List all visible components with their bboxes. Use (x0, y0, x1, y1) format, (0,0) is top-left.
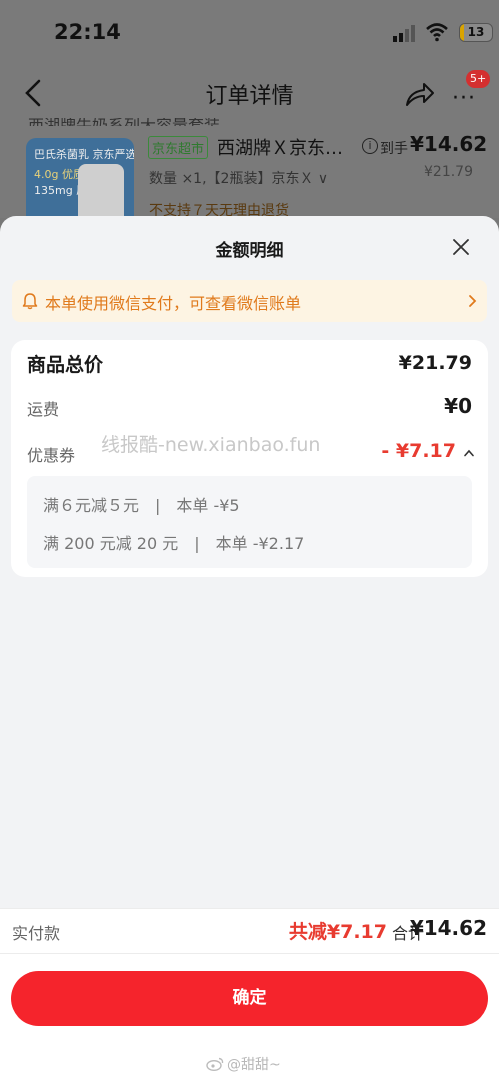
weibo-icon (206, 1057, 224, 1071)
product-name: 西湖牌Ｘ京东… (217, 138, 343, 159)
coupon-label: 优惠券 (27, 446, 76, 465)
amount-detail-card: 商品总价 ¥21.79 运费 ¥0 线报酷-new.xianbao.fun 优惠… (11, 340, 488, 577)
total-discount: 共减¥7.17 (288, 921, 387, 943)
status-bar: 22:14 13 (0, 0, 499, 68)
actual-payment-label: 实付款 (12, 924, 61, 943)
amount-detail-sheet: 金额明细 本单使用微信支付，可查看微信账单 商品总价 ¥21.79 运费 ¥0 … (0, 216, 499, 1080)
notice-text: 本单使用微信支付，可查看微信账单 (45, 294, 302, 313)
original-price: ¥21.79 (424, 164, 473, 180)
background-cut-text: 西湖牌牛奶系列大容量套装 (28, 118, 468, 126)
info-icon: i (362, 138, 378, 154)
wifi-icon (426, 23, 448, 42)
store-tag: 京东超市 (148, 136, 209, 159)
more-button[interactable]: ··· 5+ (450, 70, 491, 111)
coupon-value[interactable]: - ¥7.17 (381, 440, 456, 462)
goods-total-value: ¥21.79 (398, 352, 472, 374)
sheet-footer: 确定 @甜甜~ (0, 954, 499, 1080)
battery-icon: 13 (459, 23, 493, 42)
chevron-up-icon[interactable] (463, 449, 475, 457)
shipping-label: 运费 (27, 400, 60, 419)
weibo-watermark: @甜甜~ (206, 1054, 281, 1074)
shipping-value: ¥0 (444, 394, 472, 418)
watermark-text: 线报酷-new.xianbao.fun (101, 434, 321, 456)
bell-icon (22, 293, 38, 310)
product-price: ¥14.62 (410, 132, 488, 156)
product-image-text: 巴氏杀菌乳 京东严选 (34, 148, 134, 161)
coupon-item: 满 200 元减 20 元 | 本单 -¥2.17 (43, 534, 305, 553)
coupon-item: 满６元减５元 | 本单 -¥5 (43, 496, 240, 515)
confirm-button[interactable]: 确定 (11, 971, 488, 1026)
chevron-right-icon (469, 295, 477, 307)
background-order-content: 西湖牌牛奶系列大容量套装 巴氏杀菌乳 京东严选 4.0g 优质蛋白 135mg … (0, 118, 499, 218)
milk-bottle-image (78, 164, 124, 218)
wechat-pay-notice[interactable]: 本单使用微信支付，可查看微信账单 (12, 280, 487, 322)
product-quantity: 数量 ×1,【2瓶装】京东Ｘ ∨ (149, 171, 329, 187)
payment-summary-bar: 实付款 共减¥7.17 合计 ¥14.62 (0, 908, 499, 954)
price-label: 到手 (380, 141, 408, 157)
message-badge: 5+ (466, 70, 491, 88)
coupon-breakdown: 满６元减５元 | 本单 -¥5 满 200 元减 20 元 | 本单 -¥2.1… (27, 476, 472, 568)
navbar: 订单详情 ··· 5+ (0, 68, 499, 118)
status-time: 22:14 (54, 20, 121, 44)
share-icon[interactable] (404, 80, 436, 108)
signal-icon (393, 25, 415, 42)
more-icon: ··· (452, 86, 476, 111)
goods-total-label: 商品总价 (27, 354, 104, 376)
sheet-title: 金额明细 (215, 241, 284, 261)
battery-percent: 13 (467, 25, 485, 39)
close-icon[interactable] (452, 238, 470, 256)
total-amount: ¥14.62 (409, 916, 487, 940)
product-image: 巴氏杀菌乳 京东严选 4.0g 优质蛋白 135mg 原生高钙 (26, 138, 134, 218)
weibo-handle: @甜甜~ (227, 1057, 281, 1073)
